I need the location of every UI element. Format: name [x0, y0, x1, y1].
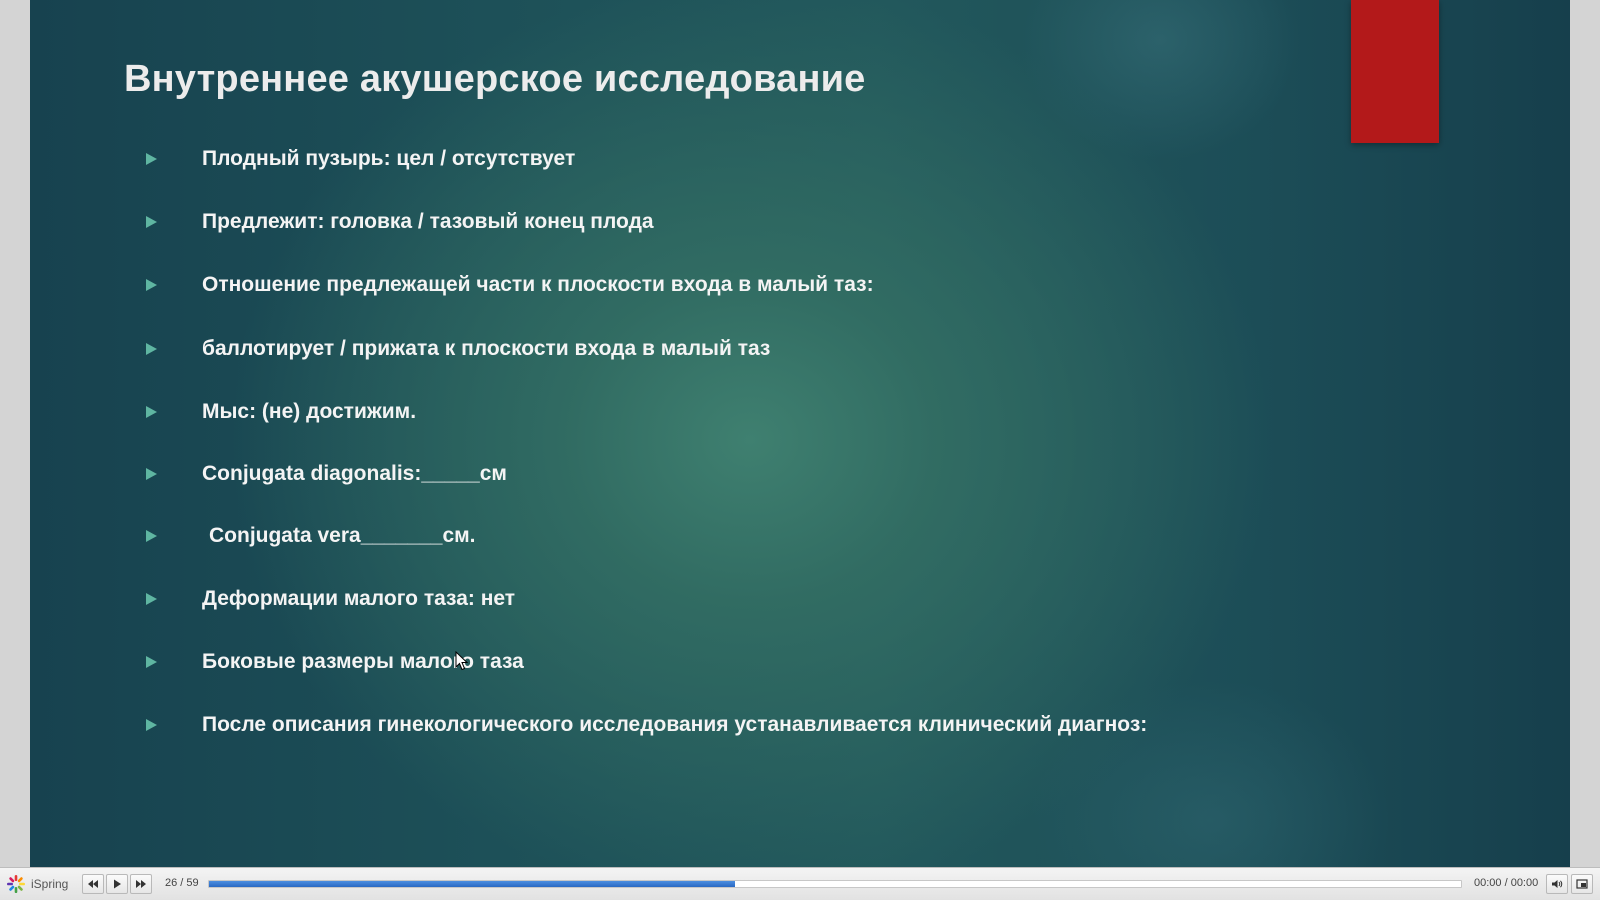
mouse-cursor-icon [455, 651, 469, 671]
bullet-arrow-icon [146, 406, 157, 418]
bullet-item: Плодный пузырь: цел / отсутствует [30, 144, 1430, 174]
bullet-text: Отношение предлежащей части к плоскости … [202, 273, 874, 296]
bullet-text: баллотирует / прижата к плоскости входа … [202, 337, 771, 360]
bullet-text: Мыс: (не) достижим. [202, 400, 417, 423]
slide-title: Внутреннее акушерское исследование [124, 58, 866, 100]
red-accent-block [1351, 0, 1439, 143]
bullet-arrow-icon [146, 530, 157, 542]
slide-counter: 26 / 59 [165, 877, 199, 889]
bullet-item: Мыс: (не) достижим. [30, 397, 1430, 427]
bullet-arrow-icon [146, 153, 157, 165]
bullet-arrow-icon [146, 468, 157, 480]
bullet-arrow-icon [146, 656, 157, 668]
bullet-text: Conjugata vera_______см. [209, 524, 476, 547]
bullet-arrow-icon [146, 343, 157, 355]
bullet-arrow-icon [146, 719, 157, 731]
bullet-arrow-icon [146, 279, 157, 291]
bullet-item: Деформации малого таза: нет [30, 584, 1430, 614]
bullet-text: Деформации малого таза: нет [202, 587, 516, 610]
ispring-logo-icon [7, 875, 25, 893]
bullet-item: Боковые размеры малого таза [30, 647, 1430, 677]
slide-canvas[interactable]: Внутреннее акушерское исследование Плодн… [30, 0, 1570, 867]
volume-icon [1552, 880, 1563, 888]
brand-name: iSpring [31, 877, 69, 891]
bullet-item: Предлежит: головка / тазовый конец плода [30, 207, 1430, 237]
progress-fill [209, 881, 735, 887]
bullet-text: Боковые размеры малого таза [202, 650, 524, 673]
brand: iSpring [6, 873, 68, 895]
bullet-item: Отношение предлежащей части к плоскости … [30, 270, 1430, 300]
next-slide-button[interactable] [130, 874, 152, 894]
bullet-item: После описания гинекологического исследо… [30, 710, 1430, 740]
bullet-text: Предлежит: головка / тазовый конец плода [202, 210, 654, 233]
previous-slide-button[interactable] [82, 874, 104, 894]
play-icon [114, 879, 121, 889]
fullscreen-icon [1576, 879, 1588, 889]
bullet-text: Плодный пузырь: цел / отсутствует [202, 147, 576, 170]
time-display: 00:00 / 00:00 [1474, 877, 1539, 889]
fullscreen-button[interactable] [1571, 874, 1593, 894]
play-button[interactable] [106, 874, 128, 894]
presentation-viewer: Внутреннее акушерское исследование Плодн… [0, 0, 1600, 900]
bullet-item: Conjugata vera_______см. [30, 521, 1430, 551]
progress-bar[interactable] [208, 880, 1462, 888]
bullet-text: После описания гинекологического исследо… [202, 713, 1148, 736]
fast-forward-icon [136, 880, 146, 888]
bullet-item: баллотирует / прижата к плоскости входа … [30, 334, 1430, 364]
volume-button[interactable] [1546, 874, 1568, 894]
bullet-arrow-icon [146, 593, 157, 605]
player-control-bar: iSpring 26 / 59 00:00 / 00:00 [0, 867, 1600, 900]
bullet-arrow-icon [146, 216, 157, 228]
rewind-icon [88, 880, 98, 888]
bullet-text: Conjugata diagonalis:_____см [202, 462, 507, 485]
bullet-item: Conjugata diagonalis:_____см [30, 459, 1430, 489]
